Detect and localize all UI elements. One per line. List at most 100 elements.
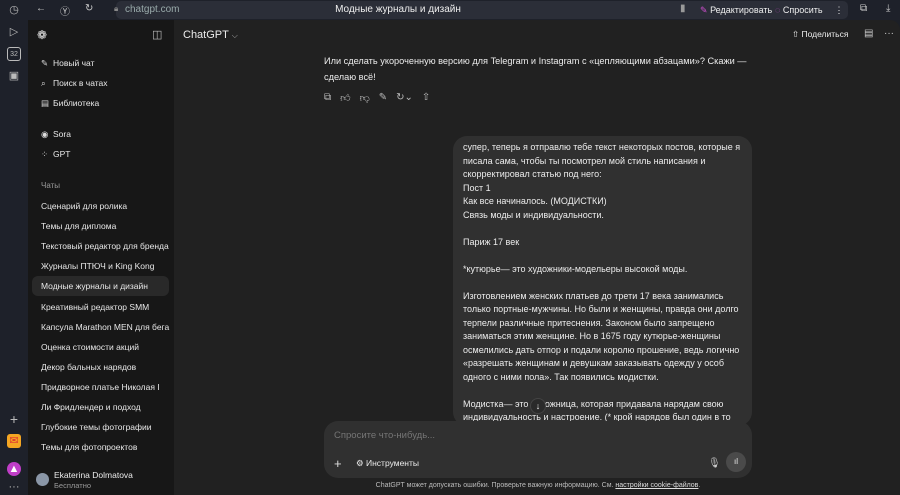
scroll-down-icon[interactable]: ↓: [530, 398, 546, 414]
browser-side-rail: ◷ ▷ 32 ▣ + ✉ ▲ ···: [0, 0, 28, 495]
browser-toolbar: ← Ⓨ ↻ 🔒︎ chatgpt.com Модные журналы и ди…: [28, 0, 900, 20]
notes-icon[interactable]: ▤: [864, 28, 873, 39]
chat-main: ChatGPT ⌵ ⇧ Поделиться ▤ ··· Или сделать…: [174, 20, 900, 495]
assistant-message: Или сделать укороченную версию для Teleg…: [324, 56, 747, 82]
edit-icon: ✎: [41, 58, 49, 68]
add-icon[interactable]: +: [7, 412, 21, 426]
ask-label: Спросить: [782, 5, 823, 15]
mail-icon[interactable]: ✉: [7, 434, 21, 448]
label: Библиотека: [53, 98, 100, 108]
regenerate-icon[interactable]: ↻⌄: [396, 92, 413, 104]
sidebar-item-new-chat[interactable]: ✎ Новый чат: [32, 53, 169, 73]
yandex-icon[interactable]: Ⓨ: [60, 3, 70, 18]
label: GPT: [53, 149, 71, 159]
user-name[interactable]: Ekaterina Dolmatova: [54, 470, 133, 480]
sidebar-toggle-icon[interactable]: ◫: [152, 28, 162, 41]
avatar[interactable]: [36, 473, 49, 486]
tools-button[interactable]: ⚙︎ Инструменты: [356, 458, 419, 469]
thumbs-down-icon[interactable]: 👎︎: [360, 92, 370, 104]
share-icon[interactable]: ⇧: [422, 92, 430, 104]
sidebar: ❁ ◫ ✎ Новый чат ⌕ Поиск в чатах ▤ Библиотек…: [28, 20, 174, 495]
prompt-input[interactable]: [334, 430, 734, 441]
play-icon[interactable]: ▷: [7, 25, 21, 39]
sidebar-chat-item[interactable]: Глубокие темы фотографии: [32, 417, 169, 437]
share-button[interactable]: ⇧ Поделиться: [792, 29, 848, 40]
url-text[interactable]: chatgpt.com: [125, 4, 179, 15]
ask-icon: ◌: [775, 5, 781, 15]
tabs-icon[interactable]: ⧉: [860, 3, 867, 14]
model-label: ChatGPT: [183, 29, 229, 41]
message-paragraph: Изготовлением женских платьев до трети 1…: [463, 290, 740, 382]
user-plan: Бесплатно: [54, 481, 92, 490]
menu-icon[interactable]: ⋮: [830, 1, 848, 19]
label: Поиск в чатах: [53, 78, 108, 88]
share-icon: ⇧: [792, 29, 800, 39]
download-icon[interactable]: ⤓: [886, 3, 890, 14]
thumbs-up-icon[interactable]: 👍︎: [340, 92, 350, 104]
message-paragraph: Связь моды и индивидуальности.: [463, 209, 604, 220]
sidebar-chat-item[interactable]: Текстовый редактор для бренда: [32, 236, 169, 256]
edit-label: Редактировать: [710, 5, 773, 15]
model-selector[interactable]: ChatGPT ⌵: [183, 29, 238, 41]
sidebar-chat-item[interactable]: Журналы ПТЮЧ и King Kong: [32, 256, 169, 276]
message-paragraph: [463, 222, 742, 236]
microphone-icon[interactable]: 🎙︎: [708, 458, 721, 469]
openai-logo-icon[interactable]: ❁: [37, 28, 47, 42]
lock-icon: 🔒︎: [114, 4, 119, 13]
message-paragraph: *кутюрье— это художники-модельеры высоко…: [463, 263, 688, 274]
sidebar-chat-item[interactable]: Модные журналы и дизайн: [32, 276, 169, 297]
sidebar-item-library[interactable]: ▤ Библиотека: [32, 93, 169, 113]
footer-disclaimer: ChatGPT может допускать ошибки. Проверьт…: [324, 482, 752, 489]
disclaimer-end: .: [698, 482, 701, 489]
cookie-settings-link[interactable]: настройки cookie-файлов: [615, 482, 698, 489]
library-icon: ▤: [41, 98, 50, 108]
more-options-icon[interactable]: ···: [884, 28, 894, 39]
message-paragraph: Как все начиналось. (МОДИСТКИ): [463, 196, 607, 206]
search-icon: ⌕: [41, 78, 46, 88]
sidebar-chat-item[interactable]: Темы для диплома: [32, 216, 169, 236]
label: Sora: [53, 129, 71, 139]
chevron-down-icon: ⌵: [231, 31, 238, 40]
label: Новый чат: [53, 58, 95, 68]
sidebar-chat-item[interactable]: Оценка стоимости акций: [32, 337, 169, 357]
copy-icon[interactable]: ⧉: [324, 92, 331, 104]
voice-mode-icon[interactable]: ıl: [726, 452, 746, 472]
sidebar-chat-item[interactable]: Креативный редактор SMM: [32, 297, 169, 317]
message-paragraph: [463, 276, 742, 290]
share-label: Поделиться: [801, 29, 849, 39]
user-message: супер, теперь я отправлю тебе текст неко…: [453, 136, 752, 426]
message-paragraph: Пост 1: [463, 182, 491, 193]
edit-button[interactable]: ✎ Редактировать: [700, 1, 775, 19]
sidebar-chat-item[interactable]: Ли Фридлендер и подход: [32, 397, 169, 417]
bookmark-icon[interactable]: ▮: [680, 3, 686, 14]
message-paragraph: Париж 17 век: [463, 236, 520, 247]
gpt-grid-icon: ⁘: [41, 149, 49, 159]
add-icon[interactable]: +: [334, 456, 342, 471]
sidebar-chat-item[interactable]: Придворное платье Николая I: [32, 377, 169, 397]
reload-icon[interactable]: ↻: [85, 3, 93, 14]
sidebar-item-search[interactable]: ⌕ Поиск в чатах: [32, 73, 169, 93]
sidebar-item-sora[interactable]: ◉ Sora: [32, 124, 169, 144]
message-paragraph: супер, теперь я отправлю тебе текст неко…: [463, 142, 741, 179]
sidebar-chat-item[interactable]: Темы для фотопроектов: [32, 437, 169, 457]
message-paragraph: [463, 249, 742, 263]
sidebar-item-gpt[interactable]: ⁘ GPT: [32, 144, 169, 164]
history-icon[interactable]: ◷: [7, 3, 21, 17]
message-paragraph: [463, 384, 742, 398]
screenshot-icon[interactable]: ▣: [7, 69, 21, 83]
sidebar-chat-item[interactable]: Сценарий для ролика: [32, 196, 169, 216]
calendar-icon[interactable]: 32: [7, 47, 21, 61]
sidebar-chat-item[interactable]: Капсула Marathon MEN для бега: [32, 317, 169, 337]
alice-icon[interactable]: ▲: [7, 462, 21, 476]
chats-header: Чаты: [41, 181, 61, 190]
page-title: Модные журналы и дизайн: [335, 4, 461, 15]
edit-canvas-icon[interactable]: ✎: [379, 92, 387, 104]
composer: + ⚙︎ Инструменты 🎙︎ ıl: [324, 421, 752, 478]
back-icon[interactable]: ←: [36, 3, 46, 14]
sliders-icon: ⚙︎: [356, 458, 364, 468]
ask-button[interactable]: ◌ Спросить: [775, 1, 830, 19]
sora-icon: ◉: [41, 129, 49, 139]
disclaimer-text: ChatGPT может допускать ошибки. Проверьт…: [375, 482, 616, 489]
more-icon[interactable]: ···: [7, 480, 21, 494]
sidebar-chat-item[interactable]: Декор бальных нарядов: [32, 357, 169, 377]
